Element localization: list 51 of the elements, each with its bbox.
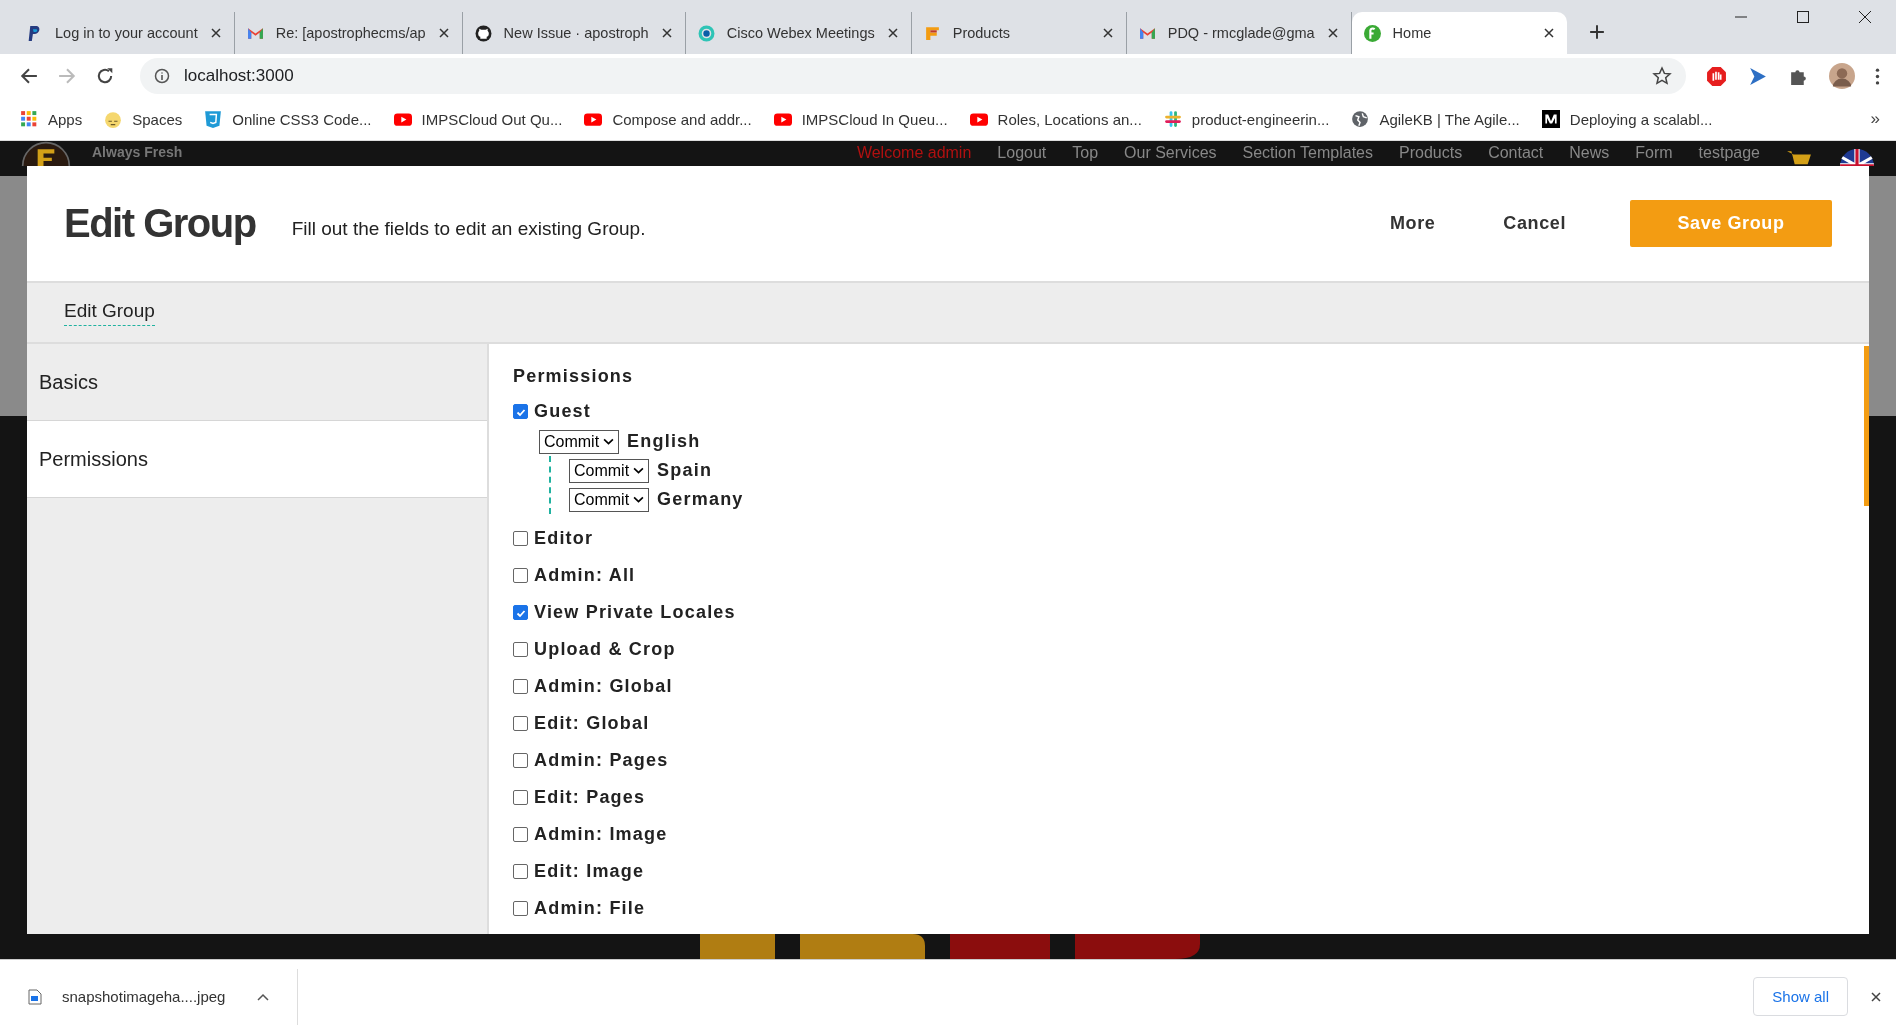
text-button[interactable]: Cancel — [1499, 205, 1570, 242]
site-tagline: Always Fresh — [92, 144, 183, 160]
locale-name: Spain — [657, 460, 713, 481]
permission-label: Edit: Image — [534, 861, 645, 882]
permission-label: Edit: Pages — [534, 787, 646, 808]
bookmark[interactable]: IMPSCloud In Queu... — [773, 110, 948, 128]
welcome-text: Welcome admin — [856, 144, 972, 162]
breadcrumb-tab[interactable]: Edit Group — [64, 299, 155, 326]
commit-dropdown[interactable]: Commit — [569, 487, 650, 512]
permission-label: Admin: Global — [534, 676, 673, 697]
permission-label: Upload & Crop — [534, 639, 676, 660]
commit-dropdown[interactable]: Commit — [539, 429, 620, 454]
section-title: Permissions — [513, 366, 635, 387]
permission-label: Edit: Global — [534, 713, 650, 734]
commit-dropdown[interactable]: Commit — [569, 458, 650, 483]
bookmark[interactable]: product-engineerin... — [1163, 110, 1330, 128]
nav-link[interactable]: Contact — [1488, 144, 1544, 162]
permission-label: View Private Locales — [534, 602, 736, 623]
nav-link[interactable]: Logout — [997, 144, 1047, 162]
bookmark[interactable]: Spaces — [104, 110, 183, 128]
modal-description: Fill out the fields to edit an existing Group. — [291, 217, 646, 240]
locale-name: Germany — [657, 489, 744, 510]
bookmark[interactable]: Apps — [20, 110, 83, 128]
download-filename[interactable]: snapshotimageha....jpeg — [62, 988, 226, 1005]
bookmark[interactable]: AgileKB | The Agile... — [1351, 110, 1520, 128]
bookmark[interactable]: Deploying a scalabl... — [1541, 110, 1713, 128]
permission-label: Admin: All — [534, 565, 636, 586]
permission-label: Editor — [534, 528, 594, 549]
nav-link[interactable]: Our Services — [1124, 144, 1217, 162]
nav-link[interactable]: News — [1569, 144, 1610, 162]
bookmark[interactable]: IMPSCloud Out Qu... — [393, 110, 563, 128]
nav-link[interactable]: Form — [1635, 144, 1673, 162]
address-field[interactable]: localhost:3000 — [140, 58, 1686, 94]
modal-title: Edit Group — [64, 201, 256, 246]
bookmark[interactable]: Online CSS3 Code... — [204, 110, 372, 128]
bookmark[interactable]: Roles, Locations an... — [969, 110, 1142, 128]
text-button[interactable]: More — [1385, 205, 1440, 242]
browser-tab[interactable]: Home — [1351, 12, 1567, 54]
more-bookmarks-button[interactable]: » — [1870, 109, 1880, 129]
sidebar-item[interactable]: Permissions — [27, 421, 487, 498]
permission-label: Admin: Image — [534, 824, 668, 845]
permission-label: Admin: File — [534, 898, 646, 919]
bookmark[interactable]: Compose and addr... — [584, 110, 752, 128]
nav-link[interactable]: testpage — [1698, 144, 1760, 162]
nav-link[interactable]: Section Templates — [1242, 144, 1373, 162]
permission-label: Guest — [534, 401, 591, 422]
permission-label: Admin: Pages — [534, 750, 669, 771]
locale-name: English — [627, 431, 701, 452]
nav-link[interactable]: Top — [1072, 144, 1099, 162]
nav-link[interactable]: Products — [1399, 144, 1463, 162]
show-all-button[interactable]: Show all — [1753, 977, 1848, 1016]
